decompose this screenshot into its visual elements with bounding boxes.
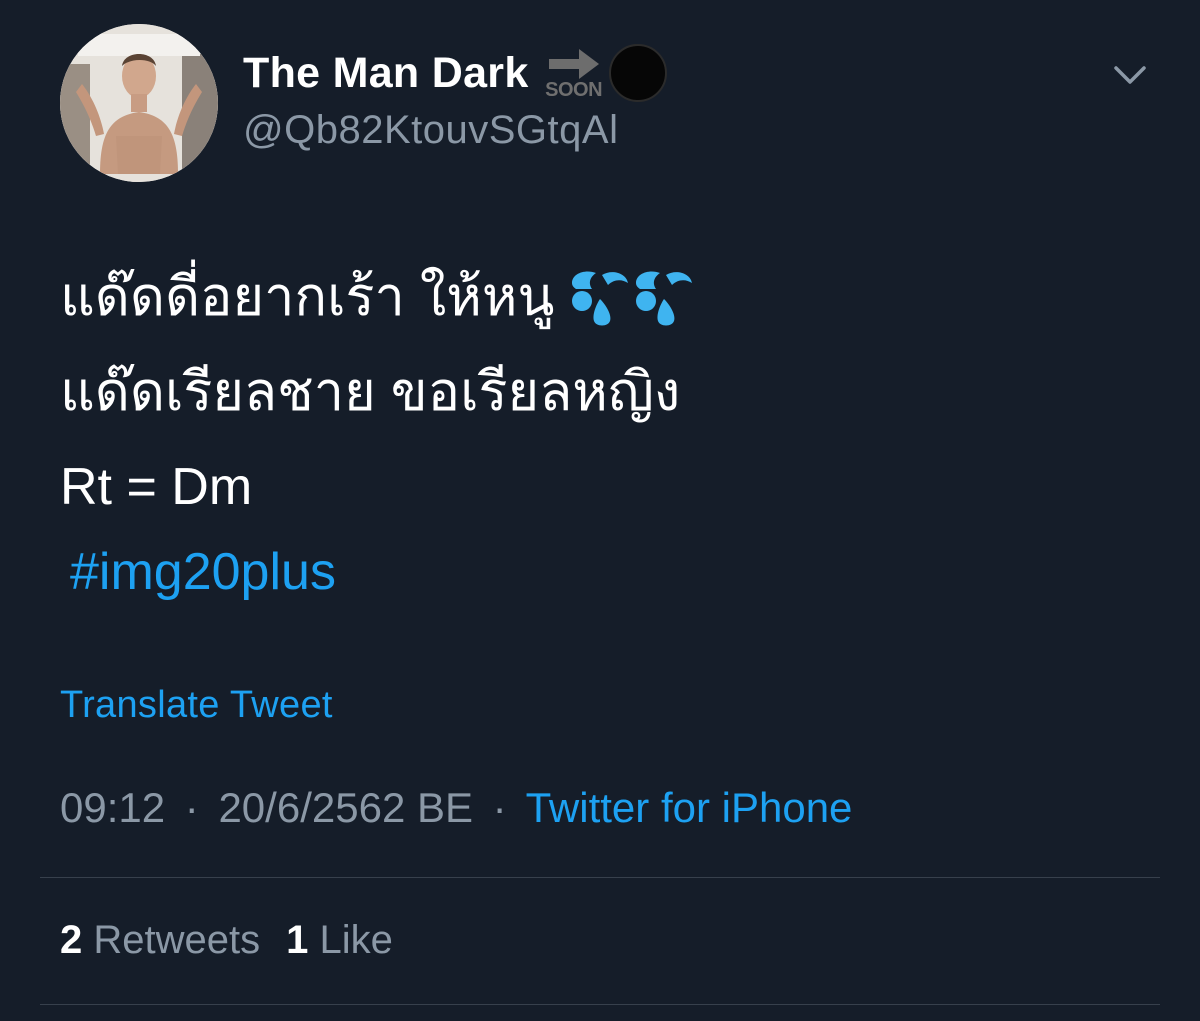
tweet-text: แด๊ดดี่อยากเร้า ให้หนู แด๊ดเรียลชาย ขอเร…	[60, 250, 694, 535]
black-circle-icon	[608, 44, 667, 102]
tweet-text-line-2: แด๊ดเรียลชาย ขอเรียลหญิง	[60, 362, 681, 422]
avatar[interactable]	[60, 24, 218, 182]
tweet-detail: The Man Dark SOON @Qb82KtouvSGtqAl แด๊ดด…	[0, 0, 1200, 1021]
client-link[interactable]: Twitter for iPhone	[526, 784, 853, 831]
user-handle[interactable]: @Qb82KtouvSGtqAl	[243, 108, 618, 153]
soon-arrow-icon: SOON	[543, 45, 605, 101]
meta-separator: ·	[492, 784, 507, 831]
display-name[interactable]: The Man Dark	[243, 49, 529, 98]
tweet-text-line-1: แด๊ดดี่อยากเร้า ให้หนู	[60, 250, 694, 345]
retweets-stat[interactable]: 2 Retweets	[60, 918, 260, 962]
divider	[40, 1004, 1160, 1005]
author-name-row[interactable]: The Man Dark SOON	[243, 42, 667, 104]
sweat-droplets-icon	[572, 271, 693, 326]
avatar-photo	[60, 24, 218, 182]
hashtag-link[interactable]: #img20plus	[70, 542, 336, 602]
retweets-count: 2	[60, 918, 83, 962]
tweet-date: 20/6/2562 BE	[218, 784, 473, 831]
tweet-meta: 09:12 · 20/6/2562 BE · Twitter for iPhon…	[60, 784, 852, 832]
right-arrow-icon	[548, 49, 599, 79]
tweet-text-line-1-text: แด๊ดดี่อยากเร้า ให้หนู	[60, 267, 555, 327]
retweets-label: Retweets	[93, 918, 261, 962]
tweet-text-line-3: Rt = Dm	[60, 458, 253, 516]
translate-tweet-link[interactable]: Translate Tweet	[60, 684, 333, 727]
likes-count: 1	[286, 918, 309, 962]
divider	[40, 877, 1160, 878]
chevron-down-icon[interactable]	[1110, 62, 1150, 90]
tweet-time: 09:12	[60, 784, 166, 831]
soon-label: SOON	[545, 79, 603, 101]
meta-separator: ·	[184, 784, 199, 831]
likes-label: Like	[319, 918, 393, 962]
likes-stat[interactable]: 1 Like	[286, 918, 393, 962]
engagement-stats: 2 Retweets 1 Like	[60, 918, 393, 963]
